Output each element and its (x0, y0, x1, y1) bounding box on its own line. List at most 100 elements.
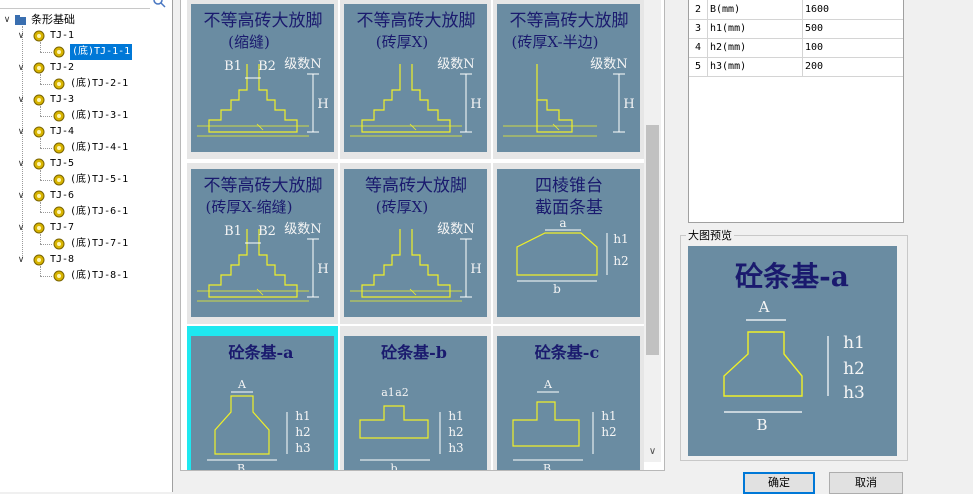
section-type-diagram: 砼条基-b a1 a2 b h1 h2 h3 (344, 336, 487, 471)
structure-tree[interactable]: ∨ 条形基础 ∨ TJ-1 (底)TJ-1-1 ∨ TJ-2 (底)TJ-2-1 ∨ TJ-3 (底… (0, 0, 173, 492)
collapse-icon[interactable]: ∨ (16, 124, 26, 140)
gear-icon (33, 254, 45, 266)
collapse-icon[interactable]: ∨ (2, 12, 12, 28)
tree-search-input[interactable] (0, 0, 150, 9)
dim-label-levels: 级数N (284, 57, 321, 72)
cancel-button[interactable]: 取消 (829, 472, 903, 494)
parameter-value[interactable]: 100 (803, 38, 823, 57)
parameter-value[interactable]: 1600 (803, 0, 829, 19)
section-type-tile[interactable]: 不等高砖大放脚 (砖厚X-半边) 级数N H (493, 0, 644, 159)
gear-icon (33, 190, 45, 202)
dim-label-bottom: B (543, 462, 551, 471)
dim-label-h1: h1 (295, 409, 310, 423)
parameter-row[interactable]: 2 B(mm) 1600 (689, 0, 903, 20)
gear-icon (53, 238, 65, 250)
gear-icon (53, 78, 65, 90)
collapse-icon[interactable]: ∨ (16, 220, 26, 236)
search-icon[interactable] (152, 0, 166, 8)
section-type-diagram: 不等高砖大放脚 (缩缝) B1 B2 级数N H (191, 4, 334, 152)
tree-guide-line (40, 84, 52, 85)
section-type-tile[interactable]: 四棱锥台 截面条基 a b h1 h2 (493, 163, 644, 324)
dim-label-h1: h1 (448, 409, 463, 423)
dim-label-h2: h2 (601, 425, 616, 439)
section-type-diagram: 不等高砖大放脚 (砖厚X) 级数N H (344, 4, 487, 152)
diagram-title-line2: (砖厚X) (376, 33, 428, 51)
dim-label-h: H (470, 97, 481, 112)
tree-leaf-label: (底)TJ-5-1 (70, 174, 129, 185)
preview-dim-h1: h1 (843, 333, 865, 353)
preview-dim-a: A (758, 298, 770, 316)
diagram-title: 砼条基-c (535, 343, 600, 362)
collapse-icon[interactable]: ∨ (16, 28, 26, 44)
section-type-tile[interactable]: 不等高砖大放脚 (缩缝) B1 B2 级数N H (187, 0, 338, 159)
dim-label-top: A (237, 378, 247, 391)
tree-guide-line (40, 74, 41, 84)
diagram-title-line1: 等高砖大放脚 (365, 176, 467, 196)
tree-guide-line (40, 106, 41, 116)
parameter-name: h1(mm) (707, 19, 803, 38)
parameter-row[interactable]: 5 h3(mm) 200 (689, 57, 903, 77)
scroll-down-arrow-icon[interactable]: ∨ (646, 446, 659, 458)
gear-icon (53, 142, 65, 154)
folder-tree-icon (14, 14, 26, 26)
tree-leaf-label: (底)TJ-7-1 (70, 238, 129, 249)
section-type-gallery[interactable]: 不等高砖大放脚 (缩缝) B1 B2 级数N H 不等高砖大放脚 (砖厚X) 级数N H 不等高砖大… (180, 0, 665, 471)
gear-icon (33, 126, 45, 138)
tree-leaf-label: (底)TJ-8-1 (70, 270, 129, 281)
ok-button[interactable]: 确定 (743, 472, 815, 494)
dim-label-a1: a1 (381, 386, 395, 399)
collapse-icon[interactable]: ∨ (16, 252, 26, 268)
diagram-title-line1: 不等高砖大放脚 (357, 11, 476, 31)
tree-leaf-label: (底)TJ-2-1 (70, 78, 129, 89)
tree-guide-line (40, 170, 41, 180)
tree-guide-line (40, 180, 52, 181)
dim-label-h: H (317, 262, 328, 277)
large-preview-image: 砼条基-a A Bh1 h2 h3 (688, 246, 897, 456)
tree-leaf-label: (底)TJ-6-1 (70, 206, 129, 217)
parameter-index: 4 (689, 38, 708, 57)
section-type-tile[interactable]: 等高砖大放脚 (砖厚X) 级数N H (340, 163, 491, 324)
collapse-icon[interactable]: ∨ (16, 188, 26, 204)
parameter-value[interactable]: 200 (803, 57, 823, 76)
section-type-tile[interactable]: 不等高砖大放脚 (砖厚X-缩缝) B1 B2 级数N H (187, 163, 338, 324)
tree-guide-line (40, 234, 41, 244)
dim-label-b2: B2 (258, 59, 276, 74)
tree-root-label: 条形基础 (31, 13, 75, 26)
section-type-tile[interactable]: 不等高砖大放脚 (砖厚X) 级数N H (340, 0, 491, 159)
dim-label-h: H (623, 97, 634, 112)
parameter-table[interactable]: 2 B(mm) 1600 3 h1(mm) 500 4 h2(mm) 100 5 h3(mm) 200 (688, 0, 904, 223)
tree-guide-line (40, 212, 52, 213)
collapse-icon[interactable]: ∨ (16, 60, 26, 76)
preview-diagram: 砼条基-a A Bh1 h2 h3 (723, 260, 865, 434)
dim-label-bottom: b (390, 462, 397, 471)
dim-label-h: H (470, 262, 481, 277)
tree-node-label: TJ-5 (50, 158, 75, 169)
diagram-title: 砼条基-a (228, 343, 293, 362)
dim-label-h1: h1 (601, 409, 616, 423)
section-type-diagram: 不等高砖大放脚 (砖厚X-缩缝) B1 B2 级数N H (191, 169, 334, 317)
preview-dim-h2: h2 (843, 359, 865, 379)
parameter-name: B(mm) (707, 0, 803, 19)
section-type-diagram: 不等高砖大放脚 (砖厚X-半边) 级数N H (497, 4, 640, 152)
dim-label-top: A (543, 378, 553, 391)
section-type-tile[interactable]: 砼条基-a A Bh1 h2 h3 (187, 326, 338, 470)
tree-leaf-label: (底)TJ-4-1 (70, 142, 129, 153)
tree-guide-line (40, 52, 52, 53)
diagram-title-line1: 不等高砖大放脚 (204, 176, 323, 196)
section-type-tile[interactable]: 砼条基-b a1 a2 b h1 h2 h3 (340, 326, 491, 471)
parameter-name: h2(mm) (707, 38, 803, 57)
tree-node-label: TJ-2 (50, 62, 75, 73)
gallery-scrollbar-thumb[interactable] (646, 125, 659, 355)
parameter-row[interactable]: 4 h2(mm) 100 (689, 38, 903, 58)
tree-guide-line (40, 116, 52, 117)
parameter-value[interactable]: 500 (803, 19, 823, 38)
diagram-title-line1: 不等高砖大放脚 (204, 11, 323, 31)
collapse-icon[interactable]: ∨ (16, 92, 26, 108)
collapse-icon[interactable]: ∨ (16, 156, 26, 172)
preview-group: 砼条基-a A Bh1 h2 h3 (723, 260, 865, 434)
parameter-row[interactable]: 3 h1(mm) 500 (689, 19, 903, 39)
section-type-diagram: 四棱锥台截面条基a b h1 h2 (497, 169, 640, 317)
section-type-tile[interactable]: 砼条基-c A Bh1 h2 (493, 326, 644, 471)
dim-label-h3: h3 (448, 441, 463, 455)
parameter-index: 3 (689, 19, 708, 38)
